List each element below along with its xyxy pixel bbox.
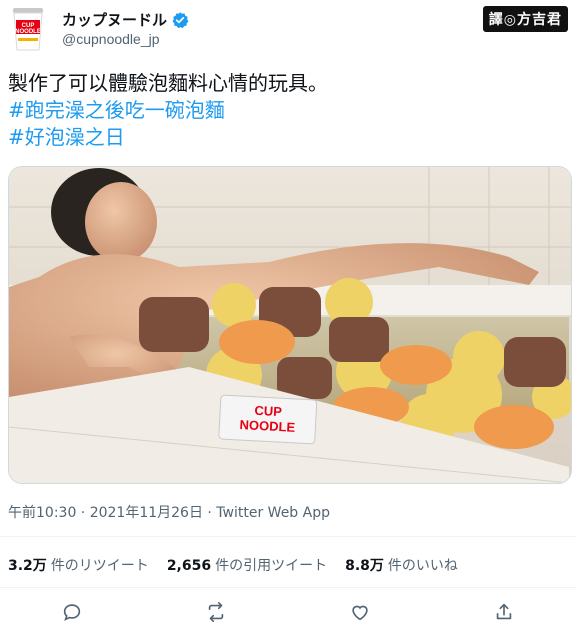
display-name[interactable]: カップヌードル: [62, 9, 189, 30]
like-stat[interactable]: 8.8万 件のいいね: [345, 555, 458, 575]
display-name-text[interactable]: カップヌードル: [62, 9, 167, 30]
retweet-icon[interactable]: [205, 601, 227, 623]
hashtag-link[interactable]: #跑完澡之後吃一碗泡麵: [8, 97, 328, 124]
user-handle[interactable]: @cupnoodle_jp: [62, 31, 160, 47]
svg-text:NOODLE: NOODLE: [15, 29, 41, 35]
reply-icon[interactable]: [61, 601, 83, 623]
cup-noodle-logo-icon: CUP NOODLE: [13, 8, 43, 51]
like-icon[interactable]: [349, 601, 371, 623]
hashtag-link[interactable]: #好泡澡之日: [8, 124, 328, 151]
bath-photo: CUP NOODLE: [9, 167, 571, 483]
tweet-stats: 3.2万 件のリツイート 2,656 件の引用ツイート 8.8万 件のいいね: [8, 555, 458, 575]
stat-count: 3.2万: [8, 558, 47, 574]
divider: [0, 587, 576, 588]
quote-stat[interactable]: 2,656 件の引用ツイート: [167, 555, 327, 575]
action-bar: [0, 598, 576, 626]
verified-badge-icon: [172, 11, 189, 28]
stat-label: 件のいいね: [387, 558, 458, 574]
avatar[interactable]: CUP NOODLE: [8, 6, 48, 52]
tweet-line: 製作了可以體驗泡麵料心情的玩具。: [8, 71, 328, 95]
tweet-meta[interactable]: 午前10:30 · 2021年11月26日 · Twitter Web App: [8, 502, 330, 522]
stat-count: 2,656: [166, 558, 212, 574]
stat-count: 8.8万: [345, 558, 384, 574]
retweet-stat[interactable]: 3.2万 件のリツイート: [8, 555, 149, 575]
stat-label: 件の引用ツイート: [215, 558, 328, 574]
tweet-media-image[interactable]: CUP NOODLE: [8, 166, 572, 484]
watermark: 譯◎方吉君: [482, 6, 568, 32]
tweet-text: 製作了可以體驗泡麵料心情的玩具。 #跑完澡之後吃一碗泡麵 #好泡澡之日: [8, 70, 328, 151]
package-logo-text: CUP: [254, 403, 283, 419]
package-logo-text: NOODLE: [239, 417, 296, 435]
divider: [0, 536, 576, 537]
share-icon[interactable]: [493, 601, 515, 623]
stat-label: 件のリツイート: [50, 558, 149, 574]
